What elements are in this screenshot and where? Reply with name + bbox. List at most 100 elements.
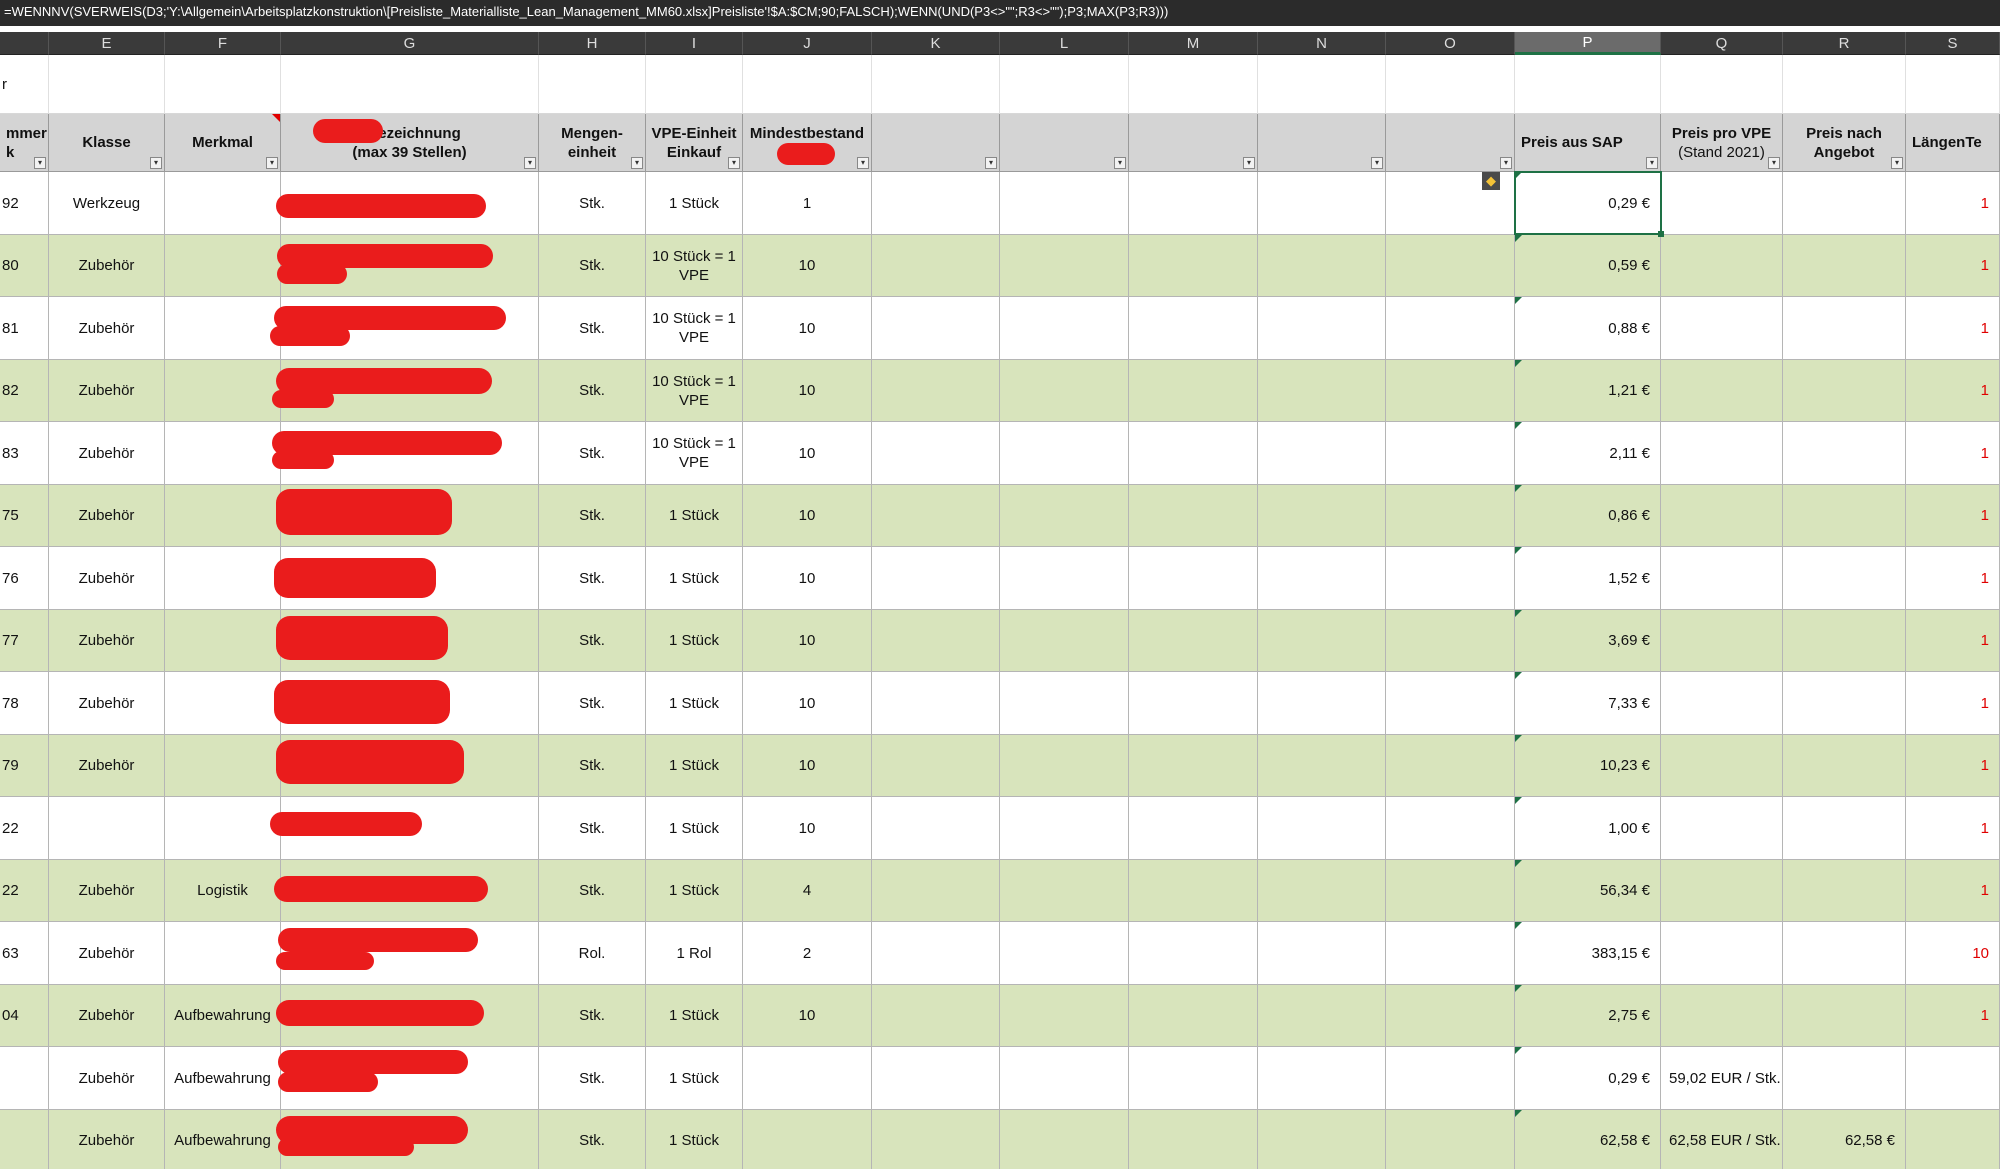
cell-laengen[interactable]: 1 — [1906, 735, 2000, 797]
filter-dropdown-icon[interactable]: ▾ — [728, 157, 740, 169]
cell-mengeneinheit[interactable]: Stk. — [539, 985, 646, 1047]
filter-dropdown-icon[interactable]: ▾ — [1768, 157, 1780, 169]
cell-n[interactable] — [1258, 1110, 1386, 1169]
cell-o[interactable] — [1386, 735, 1515, 797]
column-header-h[interactable]: H — [539, 32, 646, 55]
row1-cell[interactable] — [1386, 55, 1515, 114]
cell-mindestbestand[interactable]: 10 — [743, 985, 872, 1047]
header-o[interactable]: ▾ — [1386, 114, 1515, 172]
cell-klasse[interactable]: Zubehör — [49, 235, 165, 297]
cell-vpe-einheit[interactable]: 10 Stück = 1 VPE — [646, 297, 743, 360]
cell-preis-angebot[interactable] — [1783, 922, 1906, 985]
cell-vpe-einheit[interactable]: 10 Stück = 1 VPE — [646, 360, 743, 422]
cell-mengeneinheit[interactable]: Stk. — [539, 1110, 646, 1169]
cell-k[interactable] — [872, 422, 1000, 485]
cell-merkmal[interactable] — [165, 297, 281, 360]
cell-nummer[interactable] — [0, 1110, 49, 1169]
cell-klasse[interactable]: Werkzeug — [49, 172, 165, 235]
cell-m[interactable] — [1129, 172, 1258, 235]
cell-merkmal[interactable] — [165, 235, 281, 297]
row1-cell[interactable] — [1258, 55, 1386, 114]
filter-dropdown-icon[interactable]: ▾ — [266, 157, 278, 169]
spreadsheet-grid[interactable]: E F G H I J K L M N O P Q R Sr mmer k ▾ Klasse ▾ Merkmal ▾ - B… — [0, 0, 2000, 1169]
cell-mengeneinheit[interactable]: Stk. — [539, 422, 646, 485]
row1-cell[interactable]: r — [0, 55, 49, 114]
cell-mindestbestand[interactable]: 10 — [743, 672, 872, 735]
cell-nummer[interactable]: 81 — [0, 297, 49, 360]
cell-merkmal[interactable] — [165, 360, 281, 422]
cell-merkmal[interactable]: Aufbewahrung — [165, 985, 281, 1047]
header-klasse[interactable]: Klasse ▾ — [49, 114, 165, 172]
header-preis-angebot[interactable]: Preis nach Angebot ▾ — [1783, 114, 1906, 172]
cell-l[interactable] — [1000, 672, 1129, 735]
cell-klasse[interactable]: Zubehör — [49, 672, 165, 735]
cell-laengen[interactable]: 1 — [1906, 235, 2000, 297]
cell-preis-sap[interactable]: 1,21 € — [1515, 360, 1661, 422]
cell-preis-angebot[interactable] — [1783, 422, 1906, 485]
header-laengen[interactable]: LängenTe — [1906, 114, 2000, 172]
cell-vpe-einheit[interactable]: 1 Stück — [646, 672, 743, 735]
cell-klasse[interactable]: Zubehör — [49, 735, 165, 797]
header-mengeneinheit[interactable]: Mengen-einheit ▾ — [539, 114, 646, 172]
cell-merkmal[interactable]: Aufbewahrung — [165, 1110, 281, 1169]
column-header-m[interactable]: M — [1129, 32, 1258, 55]
row1-cell[interactable] — [743, 55, 872, 114]
cell-n[interactable] — [1258, 172, 1386, 235]
cell-l[interactable] — [1000, 860, 1129, 922]
cell-n[interactable] — [1258, 735, 1386, 797]
cell-mindestbestand[interactable]: 10 — [743, 422, 872, 485]
filter-dropdown-icon[interactable]: ▾ — [1371, 157, 1383, 169]
cell-m[interactable] — [1129, 422, 1258, 485]
cell-nummer[interactable]: 79 — [0, 735, 49, 797]
header-preis-sap[interactable]: Preis aus SAP ▾ — [1515, 114, 1661, 172]
cell-k[interactable] — [872, 172, 1000, 235]
cell-l[interactable] — [1000, 547, 1129, 610]
cell-m[interactable] — [1129, 1047, 1258, 1110]
cell-mindestbestand[interactable]: 2 — [743, 922, 872, 985]
cell-vpe-einheit[interactable]: 1 Stück — [646, 547, 743, 610]
cell-l[interactable] — [1000, 922, 1129, 985]
cell-preis-sap[interactable]: 2,11 € — [1515, 422, 1661, 485]
header-nummer[interactable]: mmer k ▾ — [0, 114, 49, 172]
cell-mengeneinheit[interactable]: Rol. — [539, 922, 646, 985]
cell-preis-vpe[interactable] — [1661, 297, 1783, 360]
cell-l[interactable] — [1000, 297, 1129, 360]
filter-dropdown-icon[interactable]: ▾ — [1243, 157, 1255, 169]
cell-k[interactable] — [872, 485, 1000, 547]
column-header-i[interactable]: I — [646, 32, 743, 55]
cell-klasse[interactable]: Zubehör — [49, 485, 165, 547]
cell-l[interactable] — [1000, 735, 1129, 797]
cell-l[interactable] — [1000, 422, 1129, 485]
column-header-n[interactable]: N — [1258, 32, 1386, 55]
cell-laengen[interactable]: 1 — [1906, 297, 2000, 360]
cell-mengeneinheit[interactable]: Stk. — [539, 672, 646, 735]
cell-nummer[interactable]: 04 — [0, 985, 49, 1047]
column-header-p[interactable]: P — [1515, 32, 1661, 55]
cell-n[interactable] — [1258, 672, 1386, 735]
cell-l[interactable] — [1000, 235, 1129, 297]
cell-k[interactable] — [872, 1047, 1000, 1110]
cell-preis-vpe[interactable] — [1661, 985, 1783, 1047]
cell-preis-sap[interactable]: 56,34 € — [1515, 860, 1661, 922]
cell-laengen[interactable]: 1 — [1906, 610, 2000, 672]
cell-mindestbestand[interactable]: 1 — [743, 172, 872, 235]
cell-preis-vpe[interactable] — [1661, 922, 1783, 985]
cell-nummer[interactable]: 76 — [0, 547, 49, 610]
cell-merkmal[interactable] — [165, 797, 281, 860]
cell-o[interactable] — [1386, 985, 1515, 1047]
cell-merkmal[interactable] — [165, 547, 281, 610]
cell-mengeneinheit[interactable]: Stk. — [539, 235, 646, 297]
cell-m[interactable] — [1129, 485, 1258, 547]
cell-nummer[interactable]: 80 — [0, 235, 49, 297]
cell-preis-angebot[interactable] — [1783, 547, 1906, 610]
cell-merkmal[interactable] — [165, 672, 281, 735]
cell-o[interactable] — [1386, 485, 1515, 547]
row1-cell[interactable] — [281, 55, 539, 114]
cell-o[interactable] — [1386, 1047, 1515, 1110]
cell-nummer[interactable] — [0, 1047, 49, 1110]
cell-preis-angebot[interactable] — [1783, 485, 1906, 547]
cell-preis-vpe[interactable] — [1661, 422, 1783, 485]
cell-k[interactable] — [872, 235, 1000, 297]
cell-l[interactable] — [1000, 172, 1129, 235]
filter-dropdown-icon[interactable]: ▾ — [1500, 157, 1512, 169]
